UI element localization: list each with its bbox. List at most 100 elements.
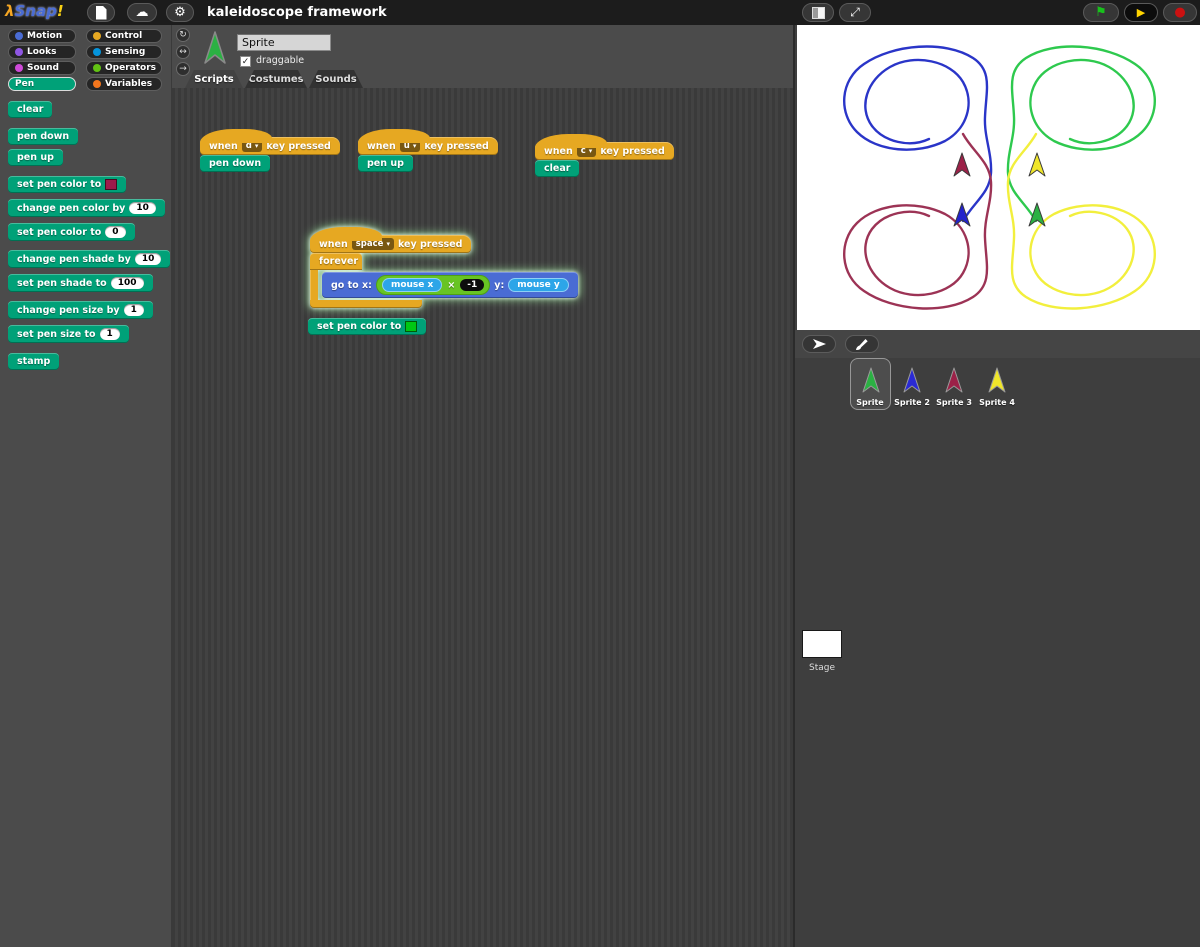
sprite-2-thumb[interactable] xyxy=(899,366,925,396)
cloud-button[interactable]: ☁ xyxy=(127,3,157,22)
forever-block[interactable]: forever go to x: mouse x × -1 y: mouse y xyxy=(310,253,578,308)
pen-color-swatch[interactable] xyxy=(405,321,418,332)
play-icon: ▶ xyxy=(1136,6,1146,19)
pause-button[interactable]: ▶ xyxy=(1124,3,1158,22)
stage-thumbnail-label[interactable]: Stage xyxy=(795,663,849,673)
category-looks[interactable]: Looks xyxy=(8,45,76,59)
number-input[interactable]: 0 xyxy=(105,226,126,238)
pen-down-block[interactable]: pen down xyxy=(200,155,271,172)
draggable-label: draggable xyxy=(256,55,305,66)
dont-rotate-button[interactable]: → xyxy=(176,62,190,76)
tab-costumes[interactable]: Costumes xyxy=(245,70,307,88)
palette-block-change-pen-shade[interactable]: change pen shade by 10 xyxy=(8,250,171,268)
chevron-down-icon: ▾ xyxy=(412,142,417,150)
stage-size-icon xyxy=(811,6,825,19)
snap-logo[interactable]: λSnap! xyxy=(5,2,64,20)
sprite-corral: Sprite Sprite 2 Sprite 3 Sprite 4 Stage xyxy=(795,358,1200,947)
pen-trail-bottom-left xyxy=(843,132,993,310)
right-arrow-icon: → xyxy=(179,64,187,74)
check-icon: ✓ xyxy=(241,57,250,67)
flip-icon: ↔ xyxy=(179,47,187,57)
key-dropdown[interactable]: d ▾ xyxy=(241,140,263,152)
tab-sounds[interactable]: Sounds xyxy=(309,70,363,88)
category-control[interactable]: Control xyxy=(86,29,162,43)
grow-stage-button[interactable]: ⤢ xyxy=(839,3,871,22)
palette-block-pen-down[interactable]: pen down xyxy=(8,128,79,145)
palette-block-set-pen-size[interactable]: set pen size to 1 xyxy=(8,325,129,343)
sprite-arrow-thumb xyxy=(204,31,226,64)
control-color-dot xyxy=(93,32,101,40)
variables-color-dot xyxy=(93,80,101,88)
script-when-u-pen-up: when u ▾ key pressed pen up xyxy=(358,127,498,172)
key-dropdown[interactable]: u ▾ xyxy=(399,140,421,152)
pen-color-swatch[interactable] xyxy=(105,179,118,190)
rotate-freely-button[interactable]: ↻ xyxy=(176,28,190,42)
block-palette: Motion Control Looks Sensing Sound Opera… xyxy=(0,25,172,947)
new-sprite-arrow-icon xyxy=(813,339,826,349)
stage-sprite-4-arrow[interactable] xyxy=(1028,152,1046,177)
sprite-name-input[interactable] xyxy=(237,34,331,51)
palette-block-change-pen-color[interactable]: change pen color by 10 xyxy=(8,199,165,217)
grow-arrows-icon: ⤢ xyxy=(850,5,860,19)
category-sound[interactable]: Sound xyxy=(8,61,76,75)
stage[interactable] xyxy=(797,25,1200,330)
stage-sprite-3-arrow[interactable] xyxy=(953,152,971,177)
flip-only-button[interactable]: ↔ xyxy=(176,45,190,59)
sprite-3-thumb[interactable] xyxy=(941,366,967,396)
chevron-down-icon: ▾ xyxy=(386,240,390,248)
file-icon xyxy=(95,5,107,20)
sprite-1-thumb[interactable] xyxy=(858,366,884,396)
stage-thumbnail[interactable] xyxy=(802,630,842,658)
when-key-pressed-hat[interactable]: when space ▾ key pressed xyxy=(310,227,472,253)
stop-button[interactable]: ● xyxy=(1163,3,1197,22)
scripts-canvas[interactable]: when d ▾ key pressed pen down when u ▾ key… xyxy=(172,88,793,947)
sprite-4-label[interactable]: Sprite 4 xyxy=(967,398,1027,407)
number-input[interactable]: 10 xyxy=(129,202,156,214)
mouse-x-reporter[interactable]: mouse x xyxy=(381,278,443,292)
category-pen[interactable]: Pen xyxy=(8,77,76,91)
category-sensing[interactable]: Sensing xyxy=(86,45,162,59)
go-to-xy-block[interactable]: go to x: mouse x × -1 y: mouse y xyxy=(322,272,578,298)
palette-block-stamp[interactable]: stamp xyxy=(8,353,60,370)
sprite-4-thumb[interactable] xyxy=(984,366,1010,396)
number-input[interactable]: 100 xyxy=(110,277,144,289)
number-input[interactable]: 1 xyxy=(99,328,120,340)
forever-c-arm xyxy=(310,270,318,300)
pen-trail-top-left xyxy=(843,45,993,223)
settings-button[interactable]: ⚙ xyxy=(166,3,194,22)
mouse-y-reporter[interactable]: mouse y xyxy=(508,278,569,292)
category-motion[interactable]: Motion xyxy=(8,29,76,43)
times-sign: × xyxy=(447,279,456,291)
category-operators[interactable]: Operators xyxy=(86,61,162,75)
sound-color-dot xyxy=(15,64,23,72)
new-project-button[interactable] xyxy=(87,3,115,22)
key-dropdown[interactable]: c ▾ xyxy=(576,145,597,157)
green-flag-button[interactable]: ⚑ xyxy=(1083,3,1119,22)
palette-block-set-pen-color[interactable]: set pen color to xyxy=(8,176,127,193)
palette-block-pen-up[interactable]: pen up xyxy=(8,149,63,166)
paint-sprite-button[interactable] xyxy=(845,335,879,353)
palette-block-clear[interactable]: clear xyxy=(8,101,53,118)
sprite-header: ↻ ↔ → ✓ draggable Scripts Costumes Sound… xyxy=(172,25,793,88)
stage-size-button[interactable] xyxy=(802,3,834,22)
set-pen-color-block[interactable]: set pen color to xyxy=(308,318,427,335)
palette-block-change-pen-size[interactable]: change pen size by 1 xyxy=(8,301,153,319)
palette-block-set-pen-shade[interactable]: set pen shade to 100 xyxy=(8,274,153,292)
pen-up-block[interactable]: pen up xyxy=(358,155,413,172)
when-key-pressed-hat[interactable]: when c ▾ key pressed xyxy=(535,134,674,160)
clear-block[interactable]: clear xyxy=(535,160,580,177)
palette-block-set-pen-color-num[interactable]: set pen color to 0 xyxy=(8,223,135,241)
draggable-checkbox[interactable]: ✓ xyxy=(240,56,251,67)
new-sprite-button[interactable] xyxy=(802,335,836,353)
tab-scripts[interactable]: Scripts xyxy=(185,70,243,88)
key-dropdown[interactable]: space ▾ xyxy=(351,238,394,250)
when-key-pressed-hat[interactable]: when d ▾ key pressed xyxy=(200,129,340,155)
number-input[interactable]: 1 xyxy=(123,304,144,316)
number-input[interactable]: -1 xyxy=(460,279,485,291)
when-key-pressed-hat[interactable]: when u ▾ key pressed xyxy=(358,129,498,155)
multiply-operator-block[interactable]: mouse x × -1 xyxy=(375,275,491,295)
pen-trail-bottom-right xyxy=(1006,132,1156,310)
number-input[interactable]: 10 xyxy=(134,253,162,265)
stage-canvas xyxy=(843,45,1156,310)
category-variables[interactable]: Variables xyxy=(86,77,162,91)
